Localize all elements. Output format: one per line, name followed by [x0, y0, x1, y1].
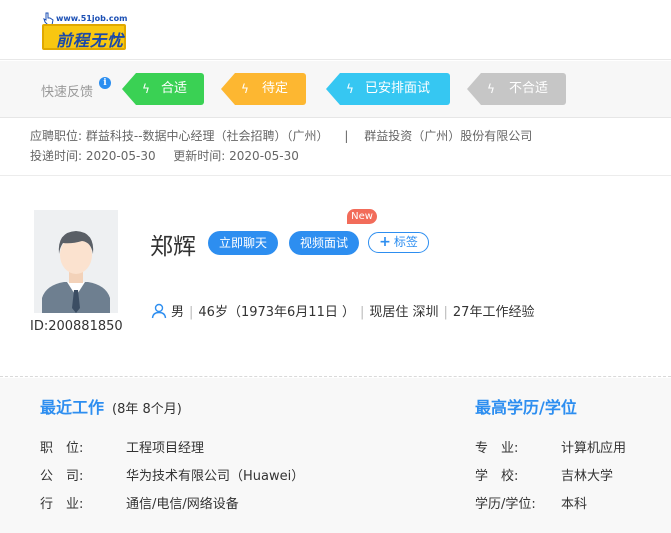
update-time-label: 更新时间: [173, 149, 226, 163]
candidate-meta: 男 | 46岁（1973年6月11日 ） | 现居住 深圳 | 27年工作经验 [151, 301, 534, 320]
education-title: 最高学历/学位 [475, 398, 577, 417]
candidate-id: ID:200881850 [30, 319, 123, 334]
add-tag-button[interactable]: + 标签 [368, 232, 429, 253]
education-row-label: 专 业: [475, 441, 519, 456]
recent-work-heading: 最近工作 [40, 398, 105, 417]
logo-51job[interactable]: www.51job.com 前程无忧 [42, 12, 128, 52]
feedback-tag-label: 已安排面试 [365, 81, 431, 96]
recent-work-duration: (8年 8个月) [112, 402, 182, 417]
recent-work-title: 最近工作 (8年 8个月) [40, 394, 182, 418]
application-position-line: 应聘职位: 群益科技--数据中心经理（社会招聘）（广州） | 群益投资（广州）股… [30, 127, 532, 144]
video-interview-button[interactable]: 视频面试 [289, 231, 359, 255]
education-row-value: 本科 [561, 497, 588, 512]
education-row-value: 计算机应用 [561, 441, 627, 456]
feedback-tag-label: 不合适 [509, 81, 549, 96]
logo-url: www.51job.com [56, 14, 128, 23]
work-education-section: 最近工作 (8年 8个月) 最高学历/学位 职 位: 工程项目经理 公 司: 华为… [0, 378, 671, 533]
work-row-label: 行 业: [40, 497, 84, 512]
header: www.51job.com 前程无忧 [0, 0, 671, 60]
feedback-tag-unsuitable[interactable]: ϟ 不合适 [467, 73, 566, 105]
separator: | [443, 305, 448, 320]
quick-feedback-label: 快速反馈 [41, 85, 94, 100]
application-info: 应聘职位: 群益科技--数据中心经理（社会招聘）（广州） | 群益投资（广州）股… [0, 118, 671, 176]
education-row-label: 学历/学位: [475, 497, 536, 512]
logo-badge: 前程无忧 [42, 24, 126, 50]
lightning-icon: ϟ [241, 82, 249, 96]
update-time-value: 2020-05-30 [229, 149, 299, 163]
candidate-profile: ID:200881850 郑辉 New 立即聊天 视频面试 + 标签 男 | 46岁（… [0, 177, 671, 377]
work-row-value: 华为技术有限公司（Huawei） [126, 469, 305, 484]
plus-icon: + [379, 234, 391, 250]
separator: | [189, 305, 194, 320]
feedback-tag-label: 待定 [262, 81, 289, 96]
age: 46岁（1973年6月11日 ） [198, 305, 355, 320]
gender: 男 [171, 305, 185, 320]
default-avatar-icon [34, 210, 118, 313]
lightning-icon: ϟ [346, 82, 354, 96]
location: 现居住 深圳 [369, 305, 439, 320]
feedback-tag-interview-scheduled[interactable]: ϟ 已安排面试 [326, 73, 450, 105]
lightning-icon: ϟ [487, 82, 495, 96]
work-row-value: 通信/电信/网络设备 [126, 497, 239, 512]
work-row-label: 职 位: [40, 441, 84, 456]
section-divider [0, 376, 671, 377]
position-label: 应聘职位: [30, 129, 83, 143]
apply-time-value: 2020-05-30 [85, 149, 156, 163]
work-row-label: 公 司: [40, 469, 84, 484]
company-value: 群益投资（广州）股份有限公司 [364, 129, 533, 143]
new-badge: New [347, 209, 377, 224]
add-tag-label: 标签 [393, 235, 418, 249]
user-icon [151, 303, 167, 319]
apply-time-label: 投递时间: [30, 149, 83, 163]
separator: | [344, 129, 349, 143]
chat-now-button[interactable]: 立即聊天 [208, 231, 278, 255]
work-row-value: 工程项目经理 [126, 441, 205, 456]
experience: 27年工作经验 [452, 305, 535, 320]
education-row-value: 吉林大学 [561, 469, 614, 484]
info-icon[interactable]: i [99, 77, 111, 89]
application-time-line: 投递时间: 2020-05-30 更新时间: 2020-05-30 [30, 147, 299, 164]
feedback-tag-suitable[interactable]: ϟ 合适 [122, 73, 204, 105]
feedback-tag-label: 合适 [161, 81, 188, 96]
lightning-icon: ϟ [142, 82, 150, 96]
candidate-name: 郑辉 [150, 234, 196, 260]
logo-text: 前程无忧 [56, 31, 125, 50]
quick-feedback-bar: 快速反馈 i ϟ 合适 ϟ 待定 ϟ 已安排面试 ϟ 不合适 [0, 61, 671, 118]
separator: | [359, 305, 365, 320]
feedback-tag-pending[interactable]: ϟ 待定 [221, 73, 306, 105]
education-row-label: 学 校: [475, 469, 519, 484]
avatar [34, 210, 118, 313]
position-value: 群益科技--数据中心经理（社会招聘）（广州） [85, 129, 329, 143]
